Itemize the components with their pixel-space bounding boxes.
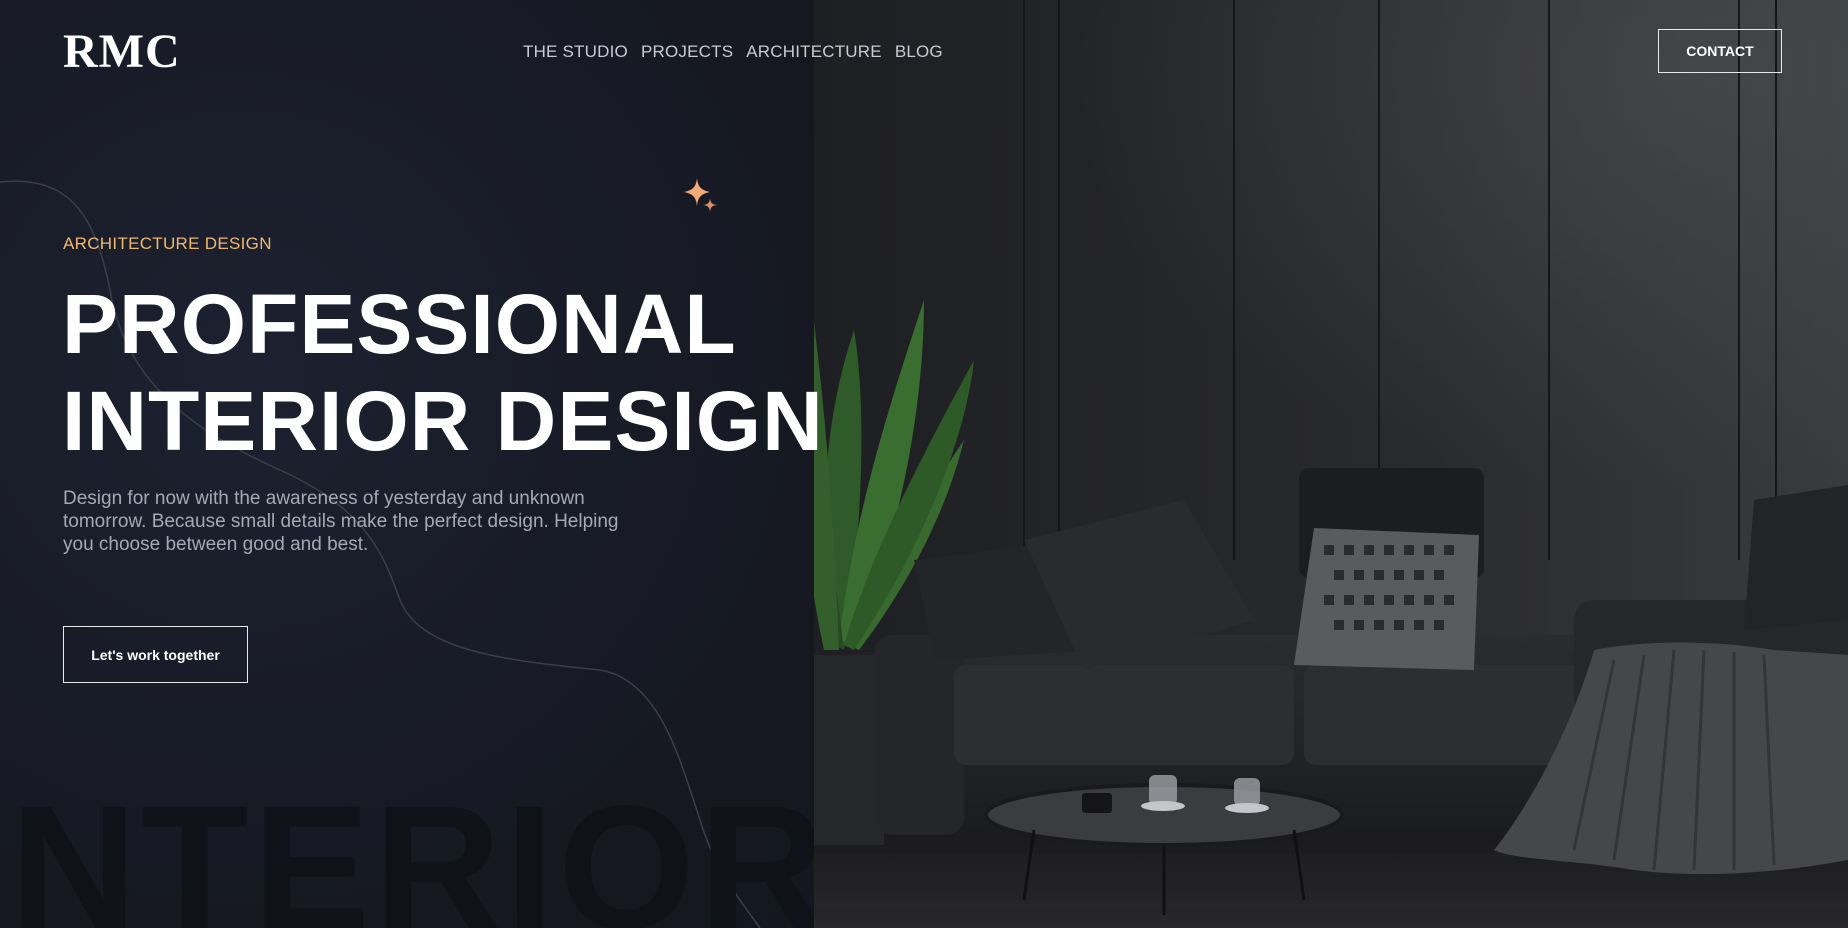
living-room-photo xyxy=(814,0,1848,928)
hero-title: PROFESSIONAL INTERIOR DESIGN xyxy=(62,276,824,470)
nav-link-the-studio[interactable]: THE STUDIO xyxy=(523,42,628,62)
nav-link-architecture[interactable]: ARCHITECTURE xyxy=(746,42,882,62)
hero-eyebrow: ARCHITECTURE DESIGN xyxy=(63,234,272,253)
hero-title-line-1: PROFESSIONAL xyxy=(62,277,737,371)
hero-image xyxy=(814,0,1848,928)
hero-title-line-2: INTERIOR DESIGN xyxy=(62,374,824,468)
hero-description: Design for now with the awareness of yes… xyxy=(63,488,619,555)
sparkle-icon xyxy=(684,178,717,212)
contact-button[interactable]: CONTACT xyxy=(1658,29,1782,73)
background-word: NTERIOR xyxy=(10,770,814,928)
nav-link-blog[interactable]: BLOG xyxy=(895,42,943,62)
cta-button[interactable]: Let's work together xyxy=(63,626,248,683)
nav-link-projects[interactable]: PROJECTS xyxy=(641,42,733,62)
main-nav: THE STUDIO PROJECTS ARCHITECTURE BLOG xyxy=(523,42,943,62)
brand-logo[interactable]: RMC xyxy=(63,24,181,79)
